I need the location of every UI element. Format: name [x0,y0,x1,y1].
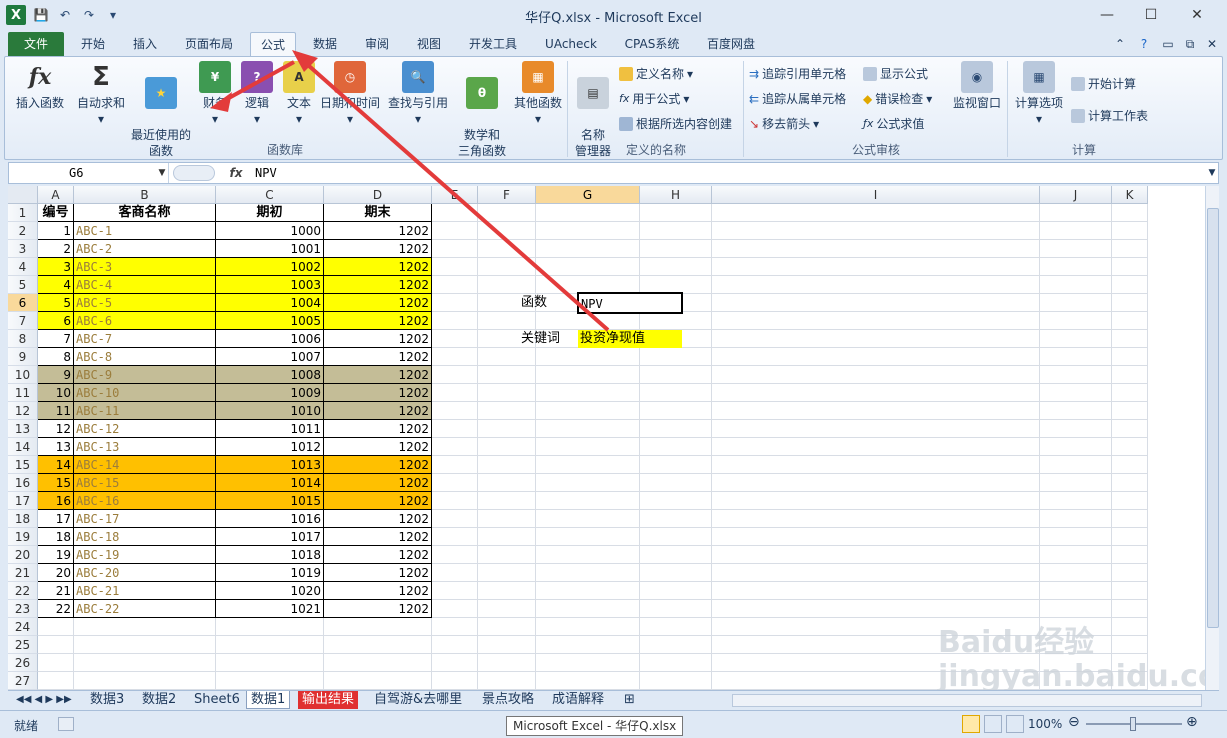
arrowhead-financial [210,92,232,112]
sheet-tab-3[interactable]: Sheet6 [190,691,244,709]
sheet-tabs-bar: ◀◀ ◀ ▶ ▶▶ 数据3 数据2 Sheet6 数据1 输出结果 自驾游&去哪… [8,690,1219,710]
zoom-in-icon[interactable]: ⊕ [1186,714,1198,730]
arrow-to-formulas-tab [298,56,610,332]
page-layout-view-icon[interactable] [984,715,1002,733]
vertical-scrollbar[interactable] [1205,186,1219,690]
sheet-tab-2[interactable]: 数据2 [138,691,180,709]
horizontal-scrollbar[interactable] [732,694,1202,707]
taskbar-tooltip: Microsoft Excel - 华仔Q.xlsx [506,716,684,736]
zoom-out-icon[interactable]: ⊖ [1068,714,1080,730]
insert-sheet-icon[interactable]: ⊞ [620,691,639,709]
sheet-tab-8[interactable]: 成语解释 [548,691,608,709]
sheet-tab-active[interactable]: 数据1 [246,691,291,709]
zoom-slider-thumb[interactable] [1130,717,1136,731]
status-ready: 就绪 [14,719,39,733]
sheet-tab-1[interactable]: 数据3 [86,691,128,709]
page-break-view-icon[interactable] [1006,715,1024,733]
sheet-tab-6[interactable]: 自驾游&去哪里 [370,691,466,709]
zoom-level[interactable]: 100% [1028,717,1062,731]
annotation-arrows [210,50,610,332]
sheet-tab-red[interactable]: 输出结果 [298,691,359,709]
normal-view-icon[interactable] [962,715,980,733]
macro-record-icon[interactable] [58,717,74,731]
sheet-nav-icon[interactable]: ◀◀ ◀ ▶ ▶▶ [12,691,76,709]
vertical-scroll-thumb[interactable] [1207,208,1219,628]
sheet-tab-7[interactable]: 景点攻略 [478,691,538,709]
